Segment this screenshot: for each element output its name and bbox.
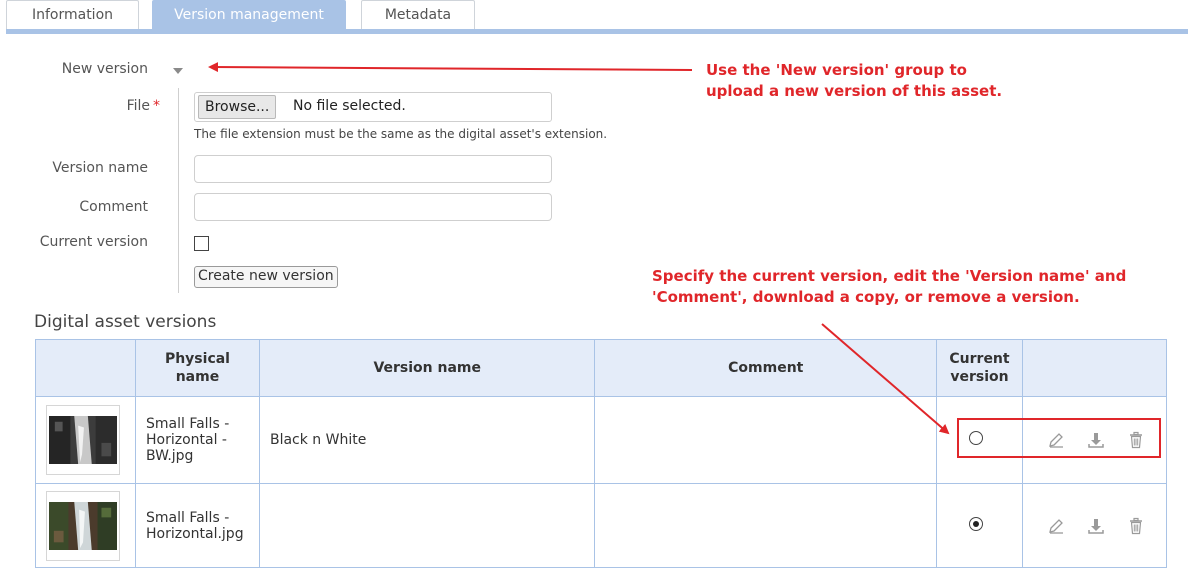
col-comment: Comment bbox=[594, 339, 938, 397]
thumbnail-cell bbox=[35, 483, 136, 568]
trash-icon[interactable] bbox=[1127, 517, 1145, 535]
versions-section-title: Digital asset versions bbox=[34, 312, 217, 332]
comment-label: Comment bbox=[79, 199, 148, 215]
file-upload-field[interactable]: Browse... No file selected. bbox=[194, 92, 552, 122]
browse-button[interactable]: Browse... bbox=[198, 95, 277, 119]
arrow-to-new-version bbox=[208, 62, 693, 73]
file-label-text: File bbox=[126, 98, 150, 114]
thumbnail-cell bbox=[35, 396, 136, 484]
current-version-checkbox[interactable] bbox=[194, 236, 209, 251]
create-new-version-button[interactable]: Create new version bbox=[194, 266, 338, 288]
trash-icon[interactable] bbox=[1127, 431, 1145, 449]
thumbnail-image[interactable] bbox=[46, 490, 120, 561]
tab-information[interactable]: Information bbox=[6, 0, 139, 30]
table-header-row: Physical name Version name Comment Curre… bbox=[35, 339, 1168, 397]
download-icon[interactable] bbox=[1087, 517, 1105, 535]
required-marker: * bbox=[153, 98, 160, 114]
caret-down-icon[interactable] bbox=[173, 68, 183, 74]
version-name-cell[interactable]: Black n White bbox=[258, 396, 596, 484]
current-version-cell bbox=[936, 396, 1023, 484]
tab-underline bbox=[6, 29, 1188, 34]
file-extension-hint: The file extension must be the same as t… bbox=[194, 127, 608, 141]
file-label: File * bbox=[127, 98, 160, 114]
version-name-input[interactable] bbox=[194, 155, 552, 183]
current-version-label: Current version bbox=[39, 234, 148, 250]
physical-name-cell: Small Falls - Horizontal.jpg bbox=[134, 483, 260, 568]
col-actions bbox=[1021, 339, 1168, 397]
current-version-radio[interactable] bbox=[969, 516, 984, 531]
annotation-new-version: Use the 'New version' group to upload a … bbox=[706, 61, 1003, 100]
tab-strip: Information Version management Metadata bbox=[6, 0, 1188, 34]
annotation-versions: Specify the current version, edit the 'V… bbox=[652, 267, 1127, 306]
actions-cell bbox=[1021, 396, 1168, 484]
no-file-text: No file selected. bbox=[293, 98, 406, 114]
group-divider bbox=[178, 88, 179, 293]
pencil-icon[interactable] bbox=[1047, 517, 1065, 535]
tab-version-management[interactable]: Version management bbox=[152, 0, 346, 30]
download-icon[interactable] bbox=[1087, 431, 1105, 449]
col-thumbnail bbox=[35, 339, 136, 397]
comment-input[interactable] bbox=[194, 193, 552, 221]
current-version-radio[interactable] bbox=[969, 431, 984, 445]
pencil-icon[interactable] bbox=[1047, 431, 1065, 449]
waterfall-color-image bbox=[49, 501, 117, 550]
versions-table: Physical name Version name Comment Curre… bbox=[35, 339, 1168, 568]
current-version-cell bbox=[936, 483, 1023, 568]
version-name-cell[interactable] bbox=[258, 483, 596, 568]
waterfall-bw-image bbox=[49, 416, 117, 464]
table-row: Small Falls - Horizontal.jpg bbox=[35, 483, 1168, 568]
col-current-version: Current version bbox=[936, 339, 1023, 397]
new-version-group-toggle[interactable]: New version bbox=[62, 61, 148, 77]
comment-cell[interactable] bbox=[594, 483, 938, 568]
version-name-label: Version name bbox=[52, 160, 148, 176]
table-row: Small Falls - Horizontal - BW.jpg Black … bbox=[35, 396, 1168, 484]
group-label: New version bbox=[61, 61, 148, 77]
thumbnail-image[interactable] bbox=[46, 405, 120, 475]
tab-metadata[interactable]: Metadata bbox=[361, 0, 475, 30]
col-physical-name: Physical name bbox=[134, 339, 260, 397]
comment-cell[interactable] bbox=[594, 396, 938, 484]
col-version-name: Version name bbox=[258, 339, 596, 397]
physical-name-cell: Small Falls - Horizontal - BW.jpg bbox=[134, 396, 260, 484]
actions-cell bbox=[1021, 483, 1168, 568]
